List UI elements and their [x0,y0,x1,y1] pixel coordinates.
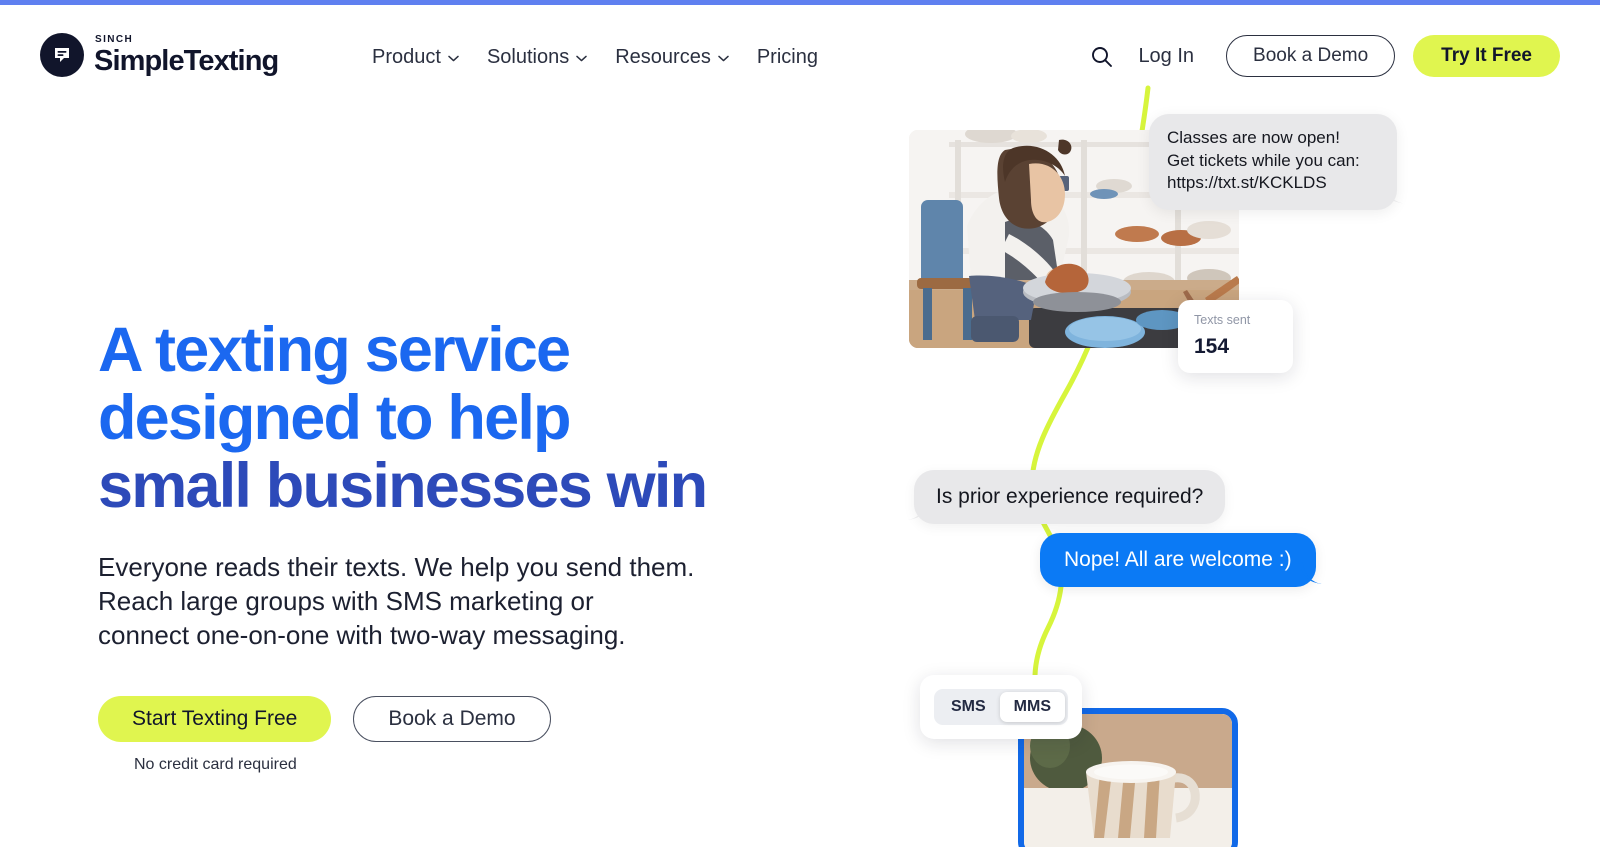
subtitle-line-1: Everyone reads their texts. We help you … [98,552,695,582]
headline-line-3: small businesses win [98,451,708,521]
subtitle-line-3: connect one-on-one with two-way messagin… [98,620,626,650]
incoming-question-bubble: Is prior experience required? [914,470,1226,525]
page-title: A texting service designed to help small… [98,316,818,520]
headline-line-1: A texting service [98,315,571,385]
nav-label: Resources [615,46,711,68]
search-icon[interactable] [1082,37,1120,75]
nav-item-pricing[interactable]: Pricing [757,47,818,67]
stat-value: 154 [1194,334,1230,358]
bubble-line-2: Get tickets while you can: [1167,150,1360,170]
login-link[interactable]: Log In [1126,45,1206,68]
chevron-down-icon [718,55,729,62]
message-type-toggle-card: SMS MMS [920,675,1082,739]
bubble-line-1: Classes are now open! [1167,128,1340,147]
texts-sent-stat-card: Texts sent 154 [1178,300,1293,373]
hero-subtitle: Everyone reads their texts. We help you … [98,550,758,652]
subtitle-line-2: Reach large groups with SMS marketing or [98,586,594,616]
brand-name: SimpleTexting [94,44,279,77]
book-a-demo-button[interactable]: Book a Demo [353,696,551,742]
nav-item-product[interactable]: Product [372,47,459,67]
broadcast-message-bubble: Classes are now open! Get tickets while … [1149,114,1397,210]
nav-item-solutions[interactable]: Solutions [487,47,587,67]
no-credit-card-note: No credit card required [134,756,297,773]
stat-label: Texts sent [1194,313,1251,327]
try-it-free-button[interactable]: Try It Free [1413,35,1560,77]
brand-logo[interactable]: SINCH SimpleTexting [40,33,279,77]
chevron-down-icon [448,55,459,62]
toggle-option-sms[interactable]: SMS [937,692,1000,722]
hero-collage: Classes are now open! Get tickets while … [880,80,1500,847]
header-actions: Log In Book a Demo Try It Free [1082,35,1560,77]
hero-cta-group: Start Texting Free Book a Demo [98,696,818,742]
toggle-option-mms[interactable]: MMS [999,692,1065,722]
headline-line-2: designed to help [98,383,572,453]
sms-mms-segmented-control: SMS MMS [934,689,1068,725]
nav-label: Product [372,46,441,68]
hero-page: SINCH SimpleTexting Product Solutions Re… [0,0,1600,847]
hero-content: A texting service designed to help small… [98,316,818,774]
outgoing-answer-bubble: Nope! All are welcome :) [1040,533,1316,588]
chevron-down-icon [576,55,587,62]
brand-parent: SINCH [95,33,134,45]
bubble-line-3: https://txt.st/KCKLDS [1167,173,1327,192]
start-texting-free-button[interactable]: Start Texting Free [98,696,332,742]
speech-bubble-icon [40,33,84,77]
nav-label: Solutions [486,46,570,68]
main-nav: Product Solutions Resources Pricing [372,47,818,67]
book-demo-button[interactable]: Book a Demo [1226,35,1396,77]
nav-label: Pricing [756,46,818,68]
nav-item-resources[interactable]: Resources [615,47,729,67]
